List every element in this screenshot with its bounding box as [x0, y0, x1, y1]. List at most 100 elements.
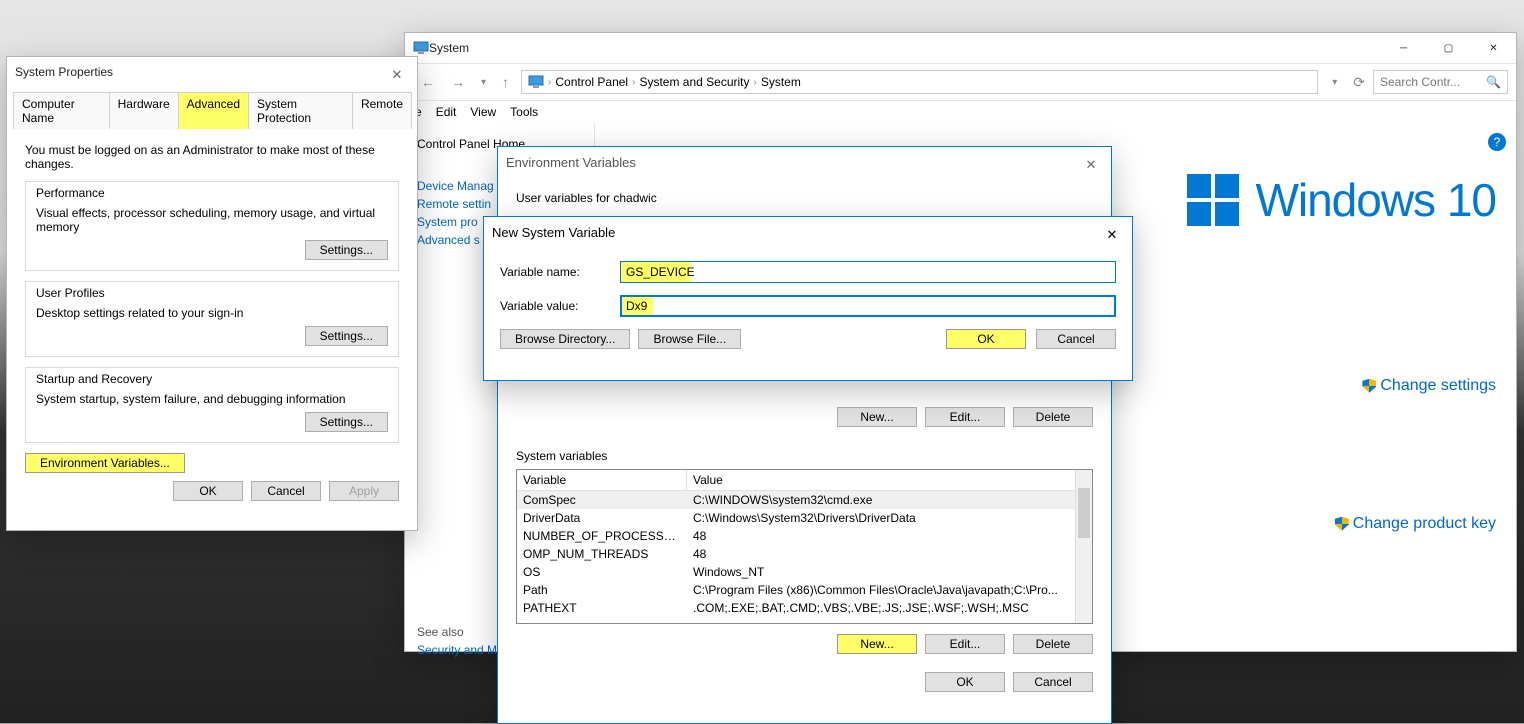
variable-name-label: Variable name:	[500, 265, 620, 279]
sysprop-title: System Properties	[15, 65, 113, 79]
cell-variable: DriverData	[517, 509, 687, 527]
crumb-system-security[interactable]: System and Security	[639, 75, 749, 89]
system-edit-button[interactable]: Edit...	[925, 634, 1005, 654]
table-row[interactable]: OMP_NUM_THREADS48	[517, 545, 1092, 563]
col-variable[interactable]: Variable	[517, 470, 687, 490]
environment-variables-button[interactable]: Environment Variables...	[25, 453, 185, 473]
user-profiles-group: User Profiles Desktop settings related t…	[25, 281, 399, 357]
up-button[interactable]: ↑	[494, 74, 517, 90]
cell-variable: Path	[517, 581, 687, 599]
sysprop-tabs: Computer Name Hardware Advanced System P…	[13, 91, 411, 129]
performance-settings-button[interactable]: Settings...	[305, 240, 388, 260]
system-title: System	[429, 41, 469, 55]
cell-value: C:\Program Files (x86)\Common Files\Orac…	[687, 581, 1092, 599]
variable-value-input[interactable]	[620, 295, 1116, 317]
variable-value-label: Variable value:	[500, 299, 620, 313]
startup-settings-button[interactable]: Settings...	[305, 412, 388, 432]
cell-variable: PATHEXT	[517, 599, 687, 617]
system-buttons-row: New... Edit... Delete	[516, 634, 1093, 654]
ok-button[interactable]: OK	[173, 481, 243, 501]
performance-title: Performance	[36, 186, 388, 200]
browse-file-button[interactable]: Browse File...	[638, 329, 741, 349]
new-system-variable-window: New System Variable ✕ Variable name: Var…	[483, 216, 1133, 381]
apply-button[interactable]: Apply	[329, 481, 399, 501]
cell-value: .COM;.EXE;.BAT;.CMD;.VBS;.VBE;.JS;.JSE;.…	[687, 599, 1092, 617]
newvar-titlebar: New System Variable ✕	[484, 217, 1132, 247]
table-row[interactable]: OSWindows_NT	[517, 563, 1092, 581]
cell-variable: ComSpec	[517, 491, 687, 509]
table-row[interactable]: PATHEXT.COM;.EXE;.BAT;.CMD;.VBS;.VBE;.JS…	[517, 599, 1092, 617]
cell-value: C:\WINDOWS\system32\cmd.exe	[687, 491, 1092, 509]
history-dropdown[interactable]: ▾	[473, 77, 494, 88]
table-row[interactable]: ComSpecC:\WINDOWS\system32\cmd.exe	[517, 491, 1092, 509]
cancel-button[interactable]: Cancel	[251, 481, 321, 501]
cell-value: C:\Windows\System32\Drivers\DriverData	[687, 509, 1092, 527]
system-new-button[interactable]: New...	[837, 634, 917, 654]
variable-name-input[interactable]	[620, 261, 1116, 283]
close-button[interactable]: ✕	[1100, 223, 1124, 247]
newvar-title: New System Variable	[492, 225, 615, 240]
windows10-logo: Windows 10	[1187, 173, 1496, 227]
breadcrumb-sep: ›	[548, 77, 551, 88]
cell-value: Windows_NT	[687, 563, 1092, 581]
user-edit-button[interactable]: Edit...	[925, 407, 1005, 427]
startup-recovery-group: Startup and Recovery System startup, sys…	[25, 367, 399, 443]
search-box[interactable]: Search Contr... 🔍	[1373, 70, 1508, 94]
crumb-system[interactable]: System	[761, 75, 801, 89]
user-vars-label: User variables for chadwic	[516, 191, 1093, 205]
cell-variable: OS	[517, 563, 687, 581]
menubar: e Edit View Tools	[405, 101, 1516, 123]
scrollbar[interactable]	[1075, 470, 1092, 623]
ok-button[interactable]: OK	[946, 329, 1026, 349]
performance-group: Performance Visual effects, processor sc…	[25, 181, 399, 271]
cancel-button[interactable]: Cancel	[1036, 329, 1116, 349]
windows-logo-icon	[1187, 174, 1239, 226]
nav-bar: ← → ▾ ↑ › Control Panel › System and Sec…	[405, 63, 1516, 101]
search-icon: 🔍	[1486, 75, 1501, 89]
user-profiles-settings-button[interactable]: Settings...	[305, 326, 388, 346]
menu-tools[interactable]: Tools	[510, 105, 538, 119]
tab-remote[interactable]: Remote	[352, 92, 412, 129]
refresh-button[interactable]: ⟳	[1345, 74, 1373, 91]
system-icon	[413, 40, 429, 56]
close-button[interactable]: ✕	[385, 63, 409, 87]
user-profiles-desc: Desktop settings related to your sign-in	[36, 306, 388, 320]
cell-variable: OMP_NUM_THREADS	[517, 545, 687, 563]
breadcrumb[interactable]: › Control Panel › System and Security › …	[521, 70, 1318, 94]
breadcrumb-dropdown[interactable]: ▾	[1324, 77, 1345, 88]
crumb-control-panel[interactable]: Control Panel	[555, 75, 628, 89]
close-button[interactable]: ✕	[1471, 33, 1516, 63]
system-titlebar: System ─ ▢ ✕	[405, 33, 1516, 63]
sysprop-titlebar: System Properties ✕	[7, 57, 417, 87]
maximize-button[interactable]: ▢	[1426, 33, 1471, 63]
table-row[interactable]: NUMBER_OF_PROCESSORS48	[517, 527, 1092, 545]
tab-hardware[interactable]: Hardware	[109, 92, 179, 129]
system-delete-button[interactable]: Delete	[1013, 634, 1093, 654]
cancel-button[interactable]: Cancel	[1013, 672, 1093, 692]
admin-note: You must be logged on as an Administrato…	[25, 143, 399, 171]
menu-view[interactable]: View	[470, 105, 496, 119]
col-value[interactable]: Value	[687, 470, 1092, 490]
change-settings-link[interactable]: Change settings	[1380, 377, 1496, 394]
shield-icon	[1335, 517, 1349, 531]
menu-edit[interactable]: Edit	[436, 105, 457, 119]
user-new-button[interactable]: New...	[837, 407, 917, 427]
browse-directory-button[interactable]: Browse Directory...	[500, 329, 630, 349]
user-profiles-title: User Profiles	[36, 286, 388, 300]
table-row[interactable]: DriverDataC:\Windows\System32\Drivers\Dr…	[517, 509, 1092, 527]
close-button[interactable]: ✕	[1079, 153, 1103, 177]
startup-title: Startup and Recovery	[36, 372, 388, 386]
cell-value: 48	[687, 527, 1092, 545]
tab-advanced[interactable]: Advanced	[178, 92, 249, 129]
ok-button[interactable]: OK	[925, 672, 1005, 692]
minimize-button[interactable]: ─	[1381, 33, 1426, 63]
table-row[interactable]: PathC:\Program Files (x86)\Common Files\…	[517, 581, 1092, 599]
tab-computer-name[interactable]: Computer Name	[13, 92, 110, 129]
user-delete-button[interactable]: Delete	[1013, 407, 1093, 427]
forward-button[interactable]: →	[443, 74, 473, 90]
windows10-text: Windows 10	[1255, 173, 1496, 227]
change-product-key-link[interactable]: Change product key	[1353, 515, 1496, 532]
tab-system-protection[interactable]: System Protection	[248, 92, 353, 129]
system-vars-table[interactable]: Variable Value ComSpecC:\WINDOWS\system3…	[516, 469, 1093, 624]
system-vars-label: System variables	[516, 449, 1093, 463]
